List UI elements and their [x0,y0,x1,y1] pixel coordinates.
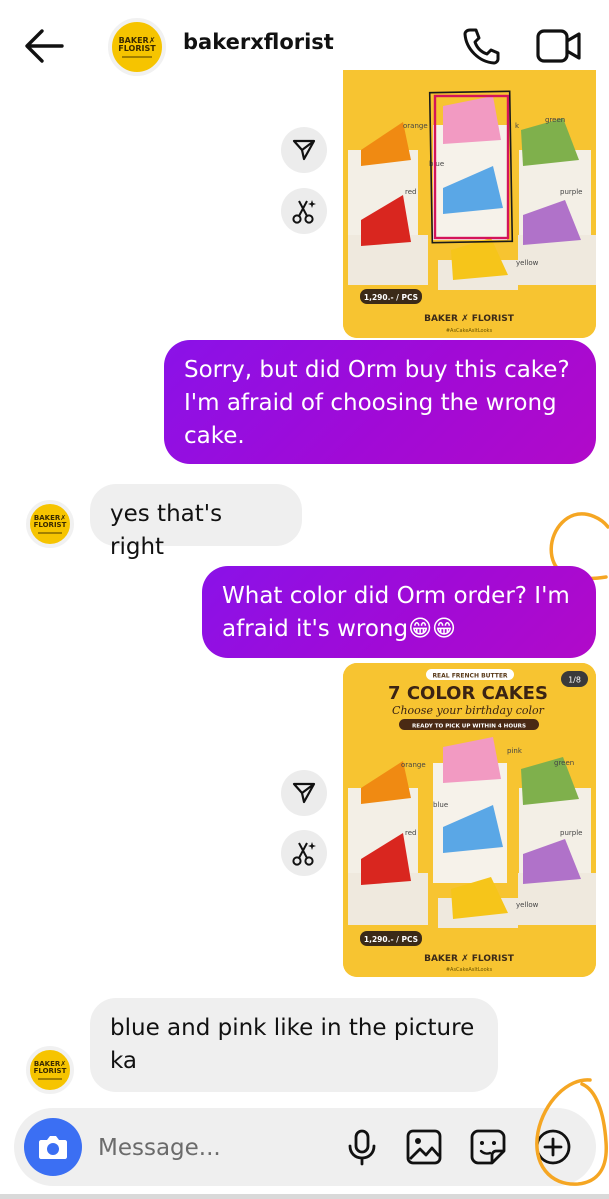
share-button[interactable] [281,127,327,173]
page-counter: 1/8 [568,676,581,685]
ai-sparkle-icon [292,200,316,224]
phone-icon[interactable] [461,26,501,66]
cake-label: orange [401,761,426,769]
card-hashtag: #AsCakeAsItLooks [446,967,493,973]
card-brand: BAKER ✗ FLORIST [424,954,515,964]
cake-label: green [554,759,574,767]
card-hashtag: #AsCakeAsItLooks [446,328,493,334]
share-icon [292,139,316,161]
message-bubble-outgoing[interactable]: Sorry, but did Orm buy this cake? I'm af… [164,340,596,464]
avatar-underline [38,531,62,534]
shared-post-image-1[interactable]: orange k green blue red purple yellow 1,… [343,70,596,338]
cake-label: purple [560,829,582,837]
microphone-icon[interactable] [342,1127,382,1167]
cake-label: orange [403,122,428,130]
video-icon[interactable] [536,28,582,64]
message-bubble-outgoing[interactable]: What color did Orm order? I'm afraid it'… [202,566,596,658]
cake-label: green [545,116,565,124]
gallery-icon[interactable] [404,1127,444,1167]
cake-label: red [405,188,416,196]
cake-label: pink [507,747,523,755]
avatar-logo-line2: FLORIST [118,43,156,53]
card-subtitle: Choose your birthday color [392,704,545,717]
avatar-logo-line2: FLORIST [33,520,67,529]
card-brand: BAKER ✗ FLORIST [424,314,515,324]
message-bubble-incoming[interactable]: yes that's right [90,484,302,560]
avatar[interactable]: BAKER✗ FLORIST [26,1046,74,1094]
camera-icon [39,1136,67,1159]
chat-username[interactable]: bakerxflorist [183,30,334,54]
card-tag: REAL FRENCH BUTTER [432,673,507,680]
sticker-icon[interactable] [468,1127,508,1167]
avatar-underline [122,55,152,58]
cake-label: blue [433,801,448,809]
bottom-edge [0,1194,609,1199]
cake-label: yellow [516,901,539,909]
avatar[interactable]: BAKER✗ FLORIST [108,18,166,76]
message-bubble-incoming[interactable]: blue and pink like in the picture ka [90,998,498,1092]
ai-sparkle-icon [292,842,316,866]
price-badge: 1,290.- / PCS [364,293,418,302]
ai-edit-button[interactable] [281,188,327,234]
avatar[interactable]: BAKER✗ FLORIST [26,500,74,548]
card-title: 7 COLOR CAKES [388,683,548,704]
avatar-underline [38,1077,62,1080]
price-badge: 1,290.- / PCS [364,935,418,944]
shared-post-image-2[interactable]: REAL FRENCH BUTTER 7 COLOR CAKES Choose … [343,663,596,977]
ai-edit-button[interactable] [281,830,327,876]
avatar-logo-line2: FLORIST [33,1066,67,1075]
cake-label: yellow [516,259,539,267]
message-input[interactable] [96,1130,330,1166]
card-banner: READY TO PICK UP WITHIN 4 HOURS [412,724,526,730]
camera-button[interactable] [24,1118,82,1176]
share-icon [292,782,316,804]
cake-label: red [405,829,416,837]
share-button[interactable] [281,770,327,816]
cake-label: purple [560,188,582,196]
back-arrow-icon[interactable] [22,26,66,66]
annotation-scribble [535,1078,608,1186]
